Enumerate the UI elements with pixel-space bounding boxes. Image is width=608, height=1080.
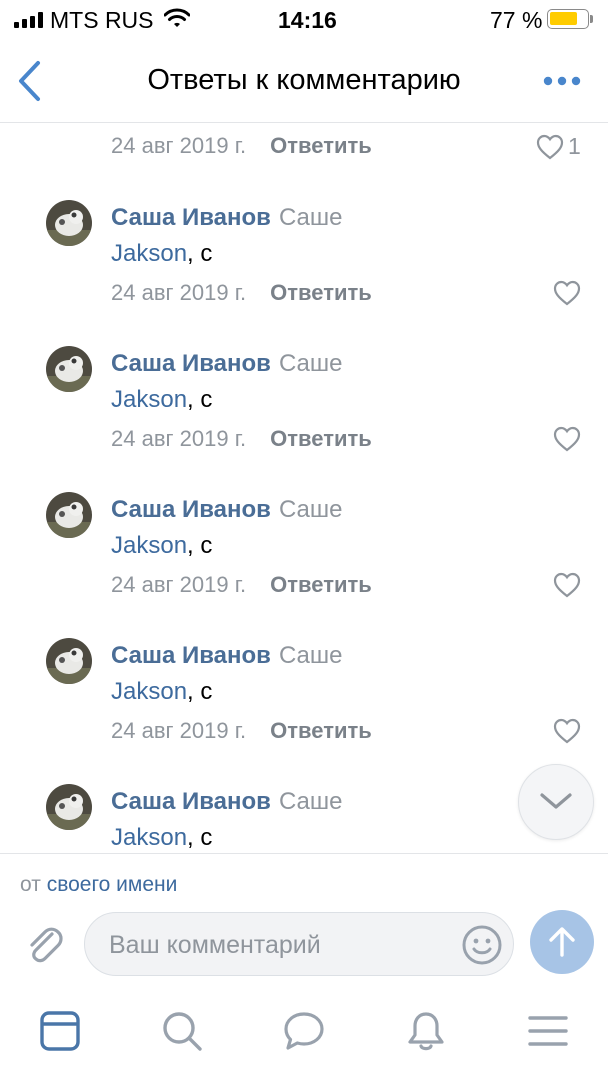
comment-item: Саша Иванов Саше Jakson, с 24 авг 2019 г.… [0, 196, 608, 326]
reply-button[interactable]: Ответить [270, 572, 372, 597]
comment-text: Jakson, с [111, 677, 212, 707]
comment-author-line: Саша Иванов Саше [111, 203, 343, 233]
comment-input[interactable]: Ваш комментарий [84, 912, 514, 976]
reply-button[interactable]: Ответить [270, 426, 372, 451]
mention-link[interactable]: Jakson [111, 240, 187, 267]
avatar-photo [46, 200, 92, 246]
comment-item: Саша Иванов Саше Jakson, с 24 авг 2019 г.… [0, 634, 608, 764]
tab-bar [0, 983, 608, 1080]
comment-author[interactable]: Саша Иванов [111, 496, 271, 523]
comment-text: Jakson, с [111, 823, 212, 853]
avatar[interactable] [46, 492, 92, 538]
comment-author[interactable]: Саша Иванов [111, 204, 271, 231]
like-count: 1 [568, 133, 581, 159]
avatar[interactable] [46, 638, 92, 684]
comment-author[interactable]: Саша Иванов [111, 350, 271, 377]
comment-meta: 24 авг 2019 г. Ответить [111, 425, 372, 453]
comment-addressee: Саше [278, 496, 343, 523]
avatar[interactable] [46, 200, 92, 246]
smile-icon[interactable] [461, 924, 503, 966]
comment-item: Саша Иванов Саше Jakson, с 24 авг 2019 г.… [0, 342, 608, 472]
paperclip-icon[interactable] [22, 922, 66, 966]
comment-date: 24 авг 2019 г. [111, 426, 247, 451]
battery-tip [590, 15, 593, 23]
comment-item: Саша Иванов Саше Jakson, с [0, 780, 608, 853]
comment-author-line: Саша Иванов Саше [111, 641, 343, 671]
comment-addressee: Саше [278, 350, 343, 377]
avatar-photo [46, 638, 92, 684]
reply-button[interactable]: Ответить [270, 718, 372, 743]
heart-icon[interactable] [553, 718, 581, 744]
comment-meta: 24 авг 2019 г. Ответить [111, 279, 372, 307]
comment-date: 24 авг 2019 г. [111, 572, 247, 597]
comment-meta: 24 авг 2019 г. Ответить [111, 571, 372, 599]
heart-icon[interactable] [536, 134, 564, 160]
comment-addressee: Саше [278, 204, 343, 231]
comment-author[interactable]: Саша Иванов [111, 788, 271, 815]
heart-icon[interactable] [553, 572, 581, 598]
notifications-bell-icon[interactable] [404, 1009, 448, 1053]
mention-link[interactable]: Jakson [111, 824, 187, 851]
battery-icon [547, 9, 589, 29]
comment-text: Jakson, с [111, 531, 212, 561]
chevron-down-icon [540, 793, 572, 809]
comment-text: Jakson, с [111, 385, 212, 415]
comment-text: Jakson, с [111, 239, 212, 269]
status-bar: MTS RUS 14:16 77 % [0, 0, 608, 40]
post-as-link[interactable]: своего имени [47, 873, 178, 896]
comment-body: , с [187, 532, 213, 559]
messages-icon[interactable] [282, 1009, 326, 1053]
signal-icon [14, 12, 43, 28]
avatar-photo [46, 492, 92, 538]
page-title: Ответы к комментарию [147, 64, 461, 96]
mention-link[interactable]: Jakson [111, 678, 187, 705]
heart-icon[interactable] [553, 280, 581, 306]
comment-addressee: Саше [278, 642, 343, 669]
send-button[interactable] [530, 910, 594, 974]
comment-addressee: Саше [278, 788, 343, 815]
comment-date: 24 авг 2019 г. [111, 718, 247, 743]
heart-icon[interactable] [553, 426, 581, 452]
mention-link[interactable]: Jakson [111, 532, 187, 559]
battery-percent: 77 % [490, 7, 543, 33]
comment-meta: 24 авг 2019 г. Ответить [111, 717, 372, 745]
post-as-selector[interactable]: от своего имени [20, 872, 177, 898]
arrow-up-icon [549, 927, 575, 957]
carrier-name: MTS RUS [50, 7, 154, 33]
search-icon[interactable] [160, 1009, 204, 1053]
reply-button[interactable]: Ответить [270, 133, 372, 158]
clock: 14:16 [278, 7, 337, 33]
comment-date: 24 авг 2019 г. [111, 133, 247, 158]
mention-link[interactable]: Jakson [111, 386, 187, 413]
reply-button[interactable]: Ответить [270, 280, 372, 305]
comment-item-partial: 24 авг 2019 г. Ответить 1 [0, 122, 608, 182]
comment-author-line: Саша Иванов Саше [111, 495, 343, 525]
avatar-photo [46, 784, 92, 830]
comment-body: , с [187, 386, 213, 413]
post-as-prefix: от [20, 873, 41, 896]
comment-date: 24 авг 2019 г. [111, 280, 247, 305]
navigation-bar: Ответы к комментарию [0, 40, 608, 123]
comment-item: Саша Иванов Саше Jakson, с 24 авг 2019 г.… [0, 488, 608, 618]
avatar[interactable] [46, 784, 92, 830]
news-tab-icon[interactable] [38, 1009, 82, 1053]
avatar[interactable] [46, 346, 92, 392]
comment-body: , с [187, 824, 213, 851]
wifi-icon [164, 8, 190, 27]
comment-body: , с [187, 678, 213, 705]
comment-body: , с [187, 240, 213, 267]
comment-author[interactable]: Саша Иванов [111, 642, 271, 669]
comment-author-line: Саша Иванов Саше [111, 787, 343, 817]
avatar-photo [46, 346, 92, 392]
comment-meta: 24 авг 2019 г. Ответить [111, 132, 372, 160]
comment-input-placeholder: Ваш комментарий [109, 931, 321, 959]
comment-composer: от своего имени Ваш комментарий [0, 853, 608, 984]
menu-icon[interactable] [526, 1009, 570, 1053]
comment-author-line: Саша Иванов Саше [111, 349, 343, 379]
more-horizontal-icon[interactable] [543, 76, 581, 86]
scroll-down-button[interactable] [518, 764, 594, 840]
